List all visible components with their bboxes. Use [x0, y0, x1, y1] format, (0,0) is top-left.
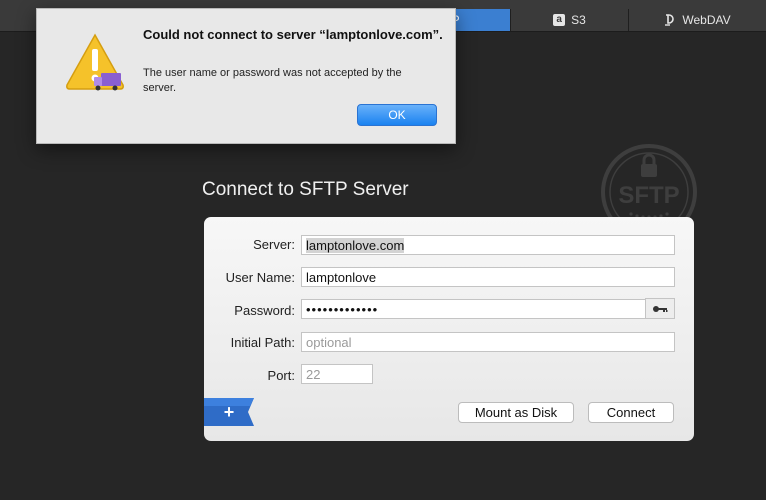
password-field[interactable]: •••••••••••••	[301, 299, 646, 319]
plus-icon: +	[224, 402, 235, 422]
server-field[interactable]: lamptonlove.com	[301, 235, 675, 255]
s3-icon: a	[553, 14, 566, 26]
server-label: Server:	[253, 237, 295, 252]
error-alert: Could not connect to server “lamptonlove…	[36, 8, 456, 144]
add-favorite-button[interactable]: +	[204, 398, 260, 426]
connect-panel: Server: lamptonlove.com User Name: lampt…	[204, 217, 694, 441]
warning-icon	[63, 31, 127, 95]
key-icon	[652, 300, 668, 318]
keychain-button[interactable]	[645, 298, 675, 319]
tab-s3-label: S3	[571, 13, 586, 27]
password-label: Password:	[234, 303, 295, 318]
alert-message: The user name or password was not accept…	[143, 67, 402, 94]
port-field[interactable]: 22	[301, 364, 373, 384]
tab-webdav-label: WebDAV	[682, 13, 731, 27]
lock-icon	[641, 153, 657, 177]
alert-title: Could not connect to server “lamptonlove…	[143, 27, 443, 42]
port-label: Port:	[267, 368, 295, 383]
initial-path-field[interactable]: optional	[301, 332, 675, 352]
form-title: Connect to SFTP Server	[202, 179, 409, 200]
mount-as-disk-button[interactable]: Mount as Disk	[458, 402, 574, 423]
sftp-badge-text: SFTP	[618, 182, 679, 209]
initial-path-label: Initial Path:	[230, 335, 295, 350]
server-value: lamptonlove.com	[306, 238, 405, 253]
connect-button[interactable]: Connect	[588, 402, 674, 423]
webdav-icon	[664, 14, 676, 26]
username-field[interactable]: lamptonlove	[301, 267, 675, 287]
username-label: User Name:	[225, 270, 295, 285]
tab-webdav[interactable]: WebDAV	[628, 9, 766, 31]
tab-s3[interactable]: a S3	[510, 9, 628, 31]
ok-button[interactable]: OK	[357, 104, 437, 126]
